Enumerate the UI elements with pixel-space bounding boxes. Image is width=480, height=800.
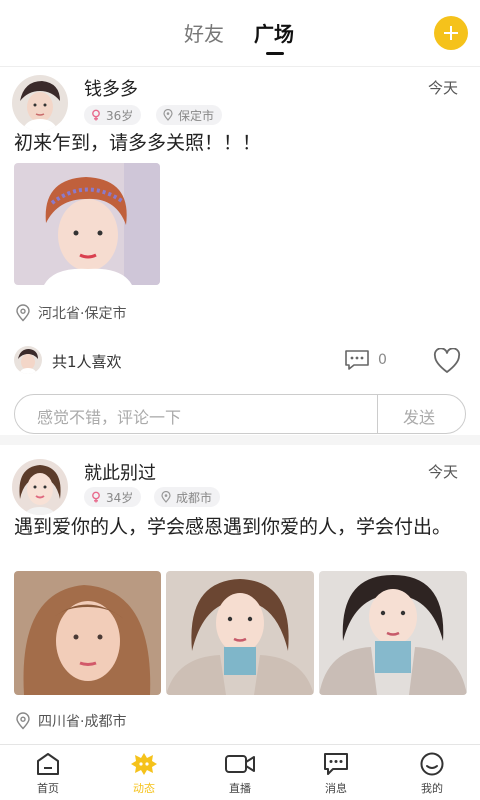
home-icon xyxy=(37,753,59,775)
likes-row: 共1人喜欢 0 xyxy=(14,346,466,376)
post-card: 就此别过 今天 34岁 成都市 遇到爱你的人，学会感恩遇到你爱的人，学会付出。 xyxy=(0,445,480,744)
bottom-nav: 首页 动态 直播 消息 我的 xyxy=(0,744,480,800)
post-card: 钱多多 今天 36岁 保定市 初来乍到，请多多关照！！！ 河北省·保定市 共1人… xyxy=(0,67,480,434)
heart-icon[interactable] xyxy=(432,348,462,374)
city-badge: 成都市 xyxy=(154,487,221,507)
location-pin-icon xyxy=(163,109,173,121)
comment-box: 感觉不错，评论一下 发送 xyxy=(14,394,466,434)
post-location: 河北省·保定市 xyxy=(14,303,126,323)
city-badge: 保定市 xyxy=(156,105,223,125)
tab-square[interactable]: 广场 xyxy=(254,18,294,47)
send-separator xyxy=(377,395,378,433)
age-badge: 36岁 xyxy=(84,105,142,125)
add-post-button[interactable] xyxy=(434,16,468,50)
location-text: 河北省·保定市 xyxy=(38,306,127,322)
location-pin-icon xyxy=(161,491,171,503)
username[interactable]: 就此别过 xyxy=(84,459,156,485)
city-text: 成都市 xyxy=(176,490,213,505)
female-icon xyxy=(92,491,100,503)
avatar[interactable] xyxy=(12,75,68,131)
post-text: 初来乍到，请多多关照！！！ xyxy=(14,132,262,154)
nav-messages[interactable]: 消息 xyxy=(288,751,384,796)
nav-mine-label: 我的 xyxy=(421,782,443,795)
nav-moments-label: 动态 xyxy=(133,782,155,795)
nav-live[interactable]: 直播 xyxy=(192,751,288,796)
liker-avatar[interactable] xyxy=(14,346,42,374)
post-photo[interactable] xyxy=(14,163,160,285)
send-button[interactable]: 发送 xyxy=(403,404,435,428)
moments-icon xyxy=(131,753,157,775)
age-badge: 34岁 xyxy=(84,487,142,507)
top-bar: 好友 广场 xyxy=(0,0,480,66)
city-text: 保定市 xyxy=(178,108,215,123)
username[interactable]: 钱多多 xyxy=(84,75,138,101)
nav-messages-label: 消息 xyxy=(325,782,347,795)
female-icon xyxy=(92,109,100,121)
avatar[interactable] xyxy=(12,459,68,515)
post-photo[interactable] xyxy=(319,571,467,695)
comment-count: 0 xyxy=(378,352,387,368)
age-text: 34岁 xyxy=(106,490,134,505)
likes-count-text: 共1人喜欢 xyxy=(52,353,122,371)
post-date: 今天 xyxy=(427,79,458,97)
nav-home[interactable]: 首页 xyxy=(0,751,96,796)
post-separator xyxy=(0,435,480,445)
location-pin-icon xyxy=(16,304,30,322)
tab-active-indicator xyxy=(266,52,284,55)
plus-icon xyxy=(444,26,458,40)
nav-live-label: 直播 xyxy=(229,782,251,795)
nav-mine[interactable]: 我的 xyxy=(384,751,480,796)
comment-icon[interactable] xyxy=(344,349,370,371)
nav-home-label: 首页 xyxy=(37,782,59,795)
tab-friends[interactable]: 好友 xyxy=(184,18,224,47)
post-photo[interactable] xyxy=(14,571,161,695)
smiley-icon xyxy=(420,752,444,776)
video-camera-icon xyxy=(225,755,255,773)
post-location: 四川省·成都市 xyxy=(14,711,126,731)
post-date: 今天 xyxy=(427,463,458,481)
location-text: 四川省·成都市 xyxy=(38,714,127,730)
comment-input[interactable]: 感觉不错，评论一下 xyxy=(37,404,181,428)
age-text: 36岁 xyxy=(106,108,134,123)
post-text: 遇到爱你的人，学会感恩遇到你爱的人，学会付出。 xyxy=(14,516,452,538)
chat-bubble-icon xyxy=(324,753,348,775)
post-photo[interactable] xyxy=(166,571,314,695)
nav-moments[interactable]: 动态 xyxy=(96,751,192,796)
location-pin-icon xyxy=(16,712,30,730)
